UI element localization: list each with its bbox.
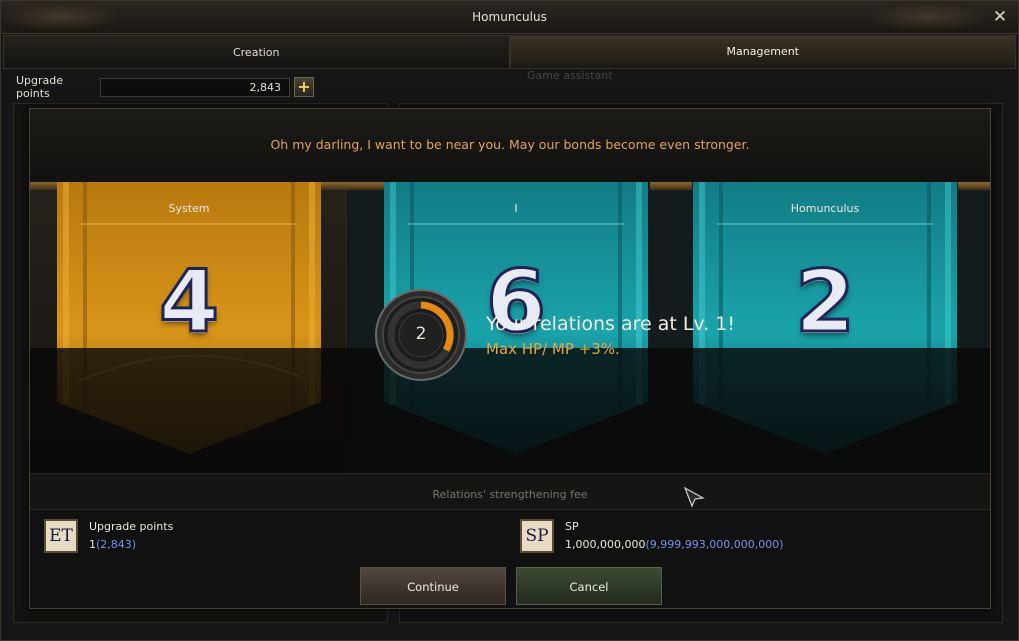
et-currency-icon: ET: [44, 519, 78, 553]
cost-upgrade-points: ET Upgrade points 1(2,843): [44, 519, 464, 559]
title-bar[interactable]: Homunculus ✕: [1, 1, 1018, 34]
gold-strip: [320, 182, 384, 190]
gold-strip: [30, 182, 60, 190]
continue-button[interactable]: Continue: [360, 567, 506, 605]
tab-bar: Creation Management: [3, 35, 1016, 69]
cost-required: 1,000,000,000: [565, 538, 646, 551]
tab-management[interactable]: Management: [509, 35, 1016, 69]
gold-strip: [958, 182, 990, 190]
tab-creation[interactable]: Creation: [3, 35, 510, 69]
banner-label-homunculus: Homunculus: [790, 202, 860, 215]
cost-owned: (9,999,993,000,000,000): [645, 538, 784, 551]
banner-label-system: System: [168, 202, 210, 215]
banner-label-me: I: [514, 202, 518, 215]
fee-label: Relations' strengthening fee: [432, 488, 588, 501]
homunculus-message: Oh my darling, I want to be near you. Ma…: [270, 137, 750, 152]
relation-overlay: [30, 348, 990, 473]
cost-owned: (2,843): [96, 538, 137, 551]
game-assistant-label: Game assistant: [527, 69, 613, 82]
gold-strip: [650, 182, 692, 190]
modal-header: Oh my darling, I want to be near you. Ma…: [30, 109, 990, 182]
cost-amount: 1,000,000,000(9,999,993,000,000,000): [565, 538, 784, 551]
add-upgrade-points-button[interactable]: +: [294, 77, 314, 97]
upgrade-points-label: Upgrade points: [16, 74, 64, 100]
banner-number-system: 4: [158, 251, 221, 354]
fee-bar: Relations' strengthening fee: [30, 473, 990, 510]
cost-required: 1: [89, 538, 96, 551]
cost-sp: SP SP 1,000,000,000(9,999,993,000,000,00…: [520, 519, 940, 559]
relation-bonus-text: Max HP/ MP +3%.: [486, 340, 620, 358]
mouse-cursor-icon: [683, 486, 705, 508]
banner-number-homunculus: 2: [794, 251, 857, 354]
close-icon[interactable]: ✕: [990, 7, 1010, 27]
sp-currency-icon: SP: [520, 519, 554, 553]
cost-amount: 1(2,843): [89, 538, 136, 551]
upgrade-points-value: 2,843: [100, 77, 290, 97]
cost-name: Upgrade points: [89, 520, 174, 533]
cancel-button[interactable]: Cancel: [516, 567, 662, 605]
relation-level-title: Your relations are at Lv. 1!: [486, 313, 735, 335]
upgrade-points-row: Upgrade points 2,843 +: [16, 74, 314, 100]
window-title: Homunculus: [472, 10, 547, 24]
cost-name: SP: [565, 520, 579, 533]
relations-modal: Oh my darling, I want to be near you. Ma…: [29, 108, 991, 609]
relation-level-number: 2: [415, 324, 427, 344]
